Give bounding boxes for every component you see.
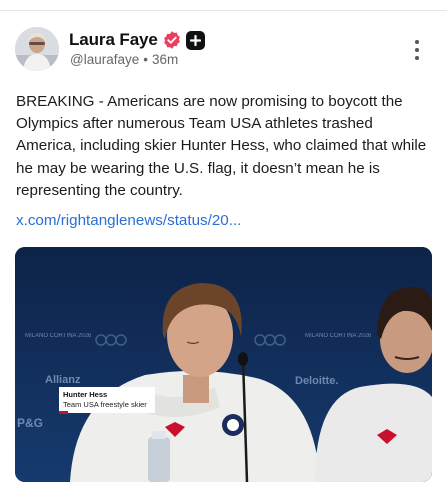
plus-badge-icon: [185, 30, 205, 50]
press-conference-photo: MILANO CORTINA 2026 MILANO CORTINA 2026 …: [15, 247, 432, 482]
avatar-photo: [15, 27, 59, 71]
author-meta: @laurafaye • 36m: [70, 52, 178, 67]
post-media-image[interactable]: MILANO CORTINA 2026 MILANO CORTINA 2026 …: [15, 247, 432, 482]
post-link[interactable]: x.com/rightanglenews/status/20...: [16, 212, 241, 229]
more-vertical-icon[interactable]: [410, 40, 424, 60]
avatar[interactable]: [15, 27, 59, 71]
meta-separator: •: [143, 52, 148, 67]
author-name[interactable]: Laura Faye: [69, 30, 158, 50]
backdrop-text: P&G: [17, 416, 43, 430]
backdrop-text: Allianz: [45, 374, 81, 386]
verified-badge-icon: [163, 31, 180, 49]
caption-flag-bar: [59, 411, 68, 414]
post-text: BREAKING - Americans are now promising t…: [16, 93, 427, 199]
caption-role: Team USA freestyle skier: [63, 400, 147, 409]
author-handle[interactable]: @laurafaye: [70, 52, 139, 67]
lower-third-caption: Hunter Hess Team USA freestyle skier: [59, 387, 155, 413]
backdrop-text: Deloitte.: [295, 375, 338, 387]
backdrop-text: MILANO CORTINA 2026: [25, 333, 92, 339]
post-time: 36m: [151, 52, 179, 67]
top-divider: [0, 10, 447, 11]
backdrop-text: MILANO CORTINA 2026: [305, 333, 372, 339]
caption-name: Hunter Hess: [63, 390, 108, 399]
author-row: Laura Faye: [69, 30, 205, 50]
